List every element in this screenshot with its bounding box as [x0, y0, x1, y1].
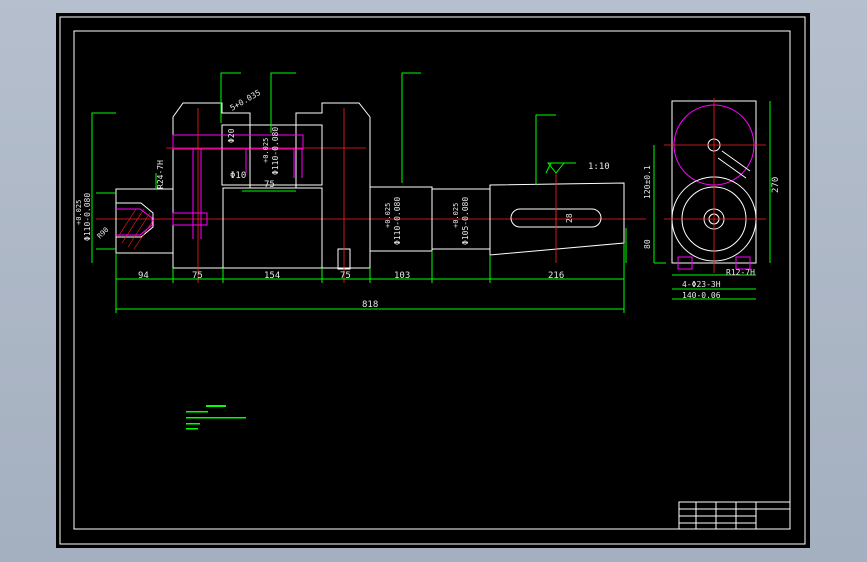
dim-phi10: Φ10	[230, 171, 246, 181]
dim-phi105-tol: +0.025	[452, 203, 460, 228]
dim-75-left: 75	[192, 271, 203, 281]
dim-phi110-mid-tol: +0.025	[384, 203, 392, 228]
dim-270: 270	[771, 177, 781, 193]
side-view: 120±0.1 270 80 R12-7H 4-Φ23-3H 140-0.06	[643, 98, 781, 300]
dim-120: 120±0.1	[643, 165, 652, 199]
dim-phi110-mid: Φ110-0.080	[393, 197, 402, 245]
dim-75-top: 75	[264, 180, 275, 190]
dim-holes: 4-Φ23-3H	[682, 280, 721, 289]
dim-216: 216	[548, 271, 564, 281]
dim-r24: R24-7H	[156, 160, 165, 189]
cad-drawing: 94 75 154 75 103 216 818 75 1:10 Φ10 Φ11…	[59, 16, 806, 545]
dim-75-right: 75	[340, 271, 351, 281]
title-block	[678, 501, 791, 530]
dim-r90: R90	[96, 226, 111, 241]
dim-top-label: 5+0.035	[229, 88, 263, 113]
dim-154: 154	[264, 271, 280, 281]
dim-r12: R12-7H	[726, 268, 755, 277]
dim-phi110-left: Φ110-0.080	[83, 193, 92, 241]
technical-notes	[186, 405, 246, 430]
dim-phi110-top-tol: +0.025	[262, 138, 270, 163]
dim-140: 140-0.06	[682, 291, 721, 300]
dim-94: 94	[138, 271, 149, 281]
drawing-sheet: 94 75 154 75 103 216 818 75 1:10 Φ10 Φ11…	[56, 13, 810, 548]
dim-phi20: Φ20	[227, 128, 236, 143]
dim-103: 103	[394, 271, 410, 281]
front-view: 94 75 154 75 103 216 818 75 1:10 Φ10 Φ11…	[75, 72, 646, 313]
dim-phi110-left-tol: +0.025	[75, 200, 83, 225]
dim-818: 818	[362, 300, 378, 310]
dim-taper: 1:10	[588, 162, 610, 172]
dim-phi105: Φ105-0.080	[461, 197, 470, 245]
dim-80: 80	[643, 239, 652, 249]
dim-phi110-top: Φ110-0.080	[271, 127, 280, 175]
dim-key28: 28	[565, 213, 574, 223]
oil-passage	[172, 134, 304, 150]
